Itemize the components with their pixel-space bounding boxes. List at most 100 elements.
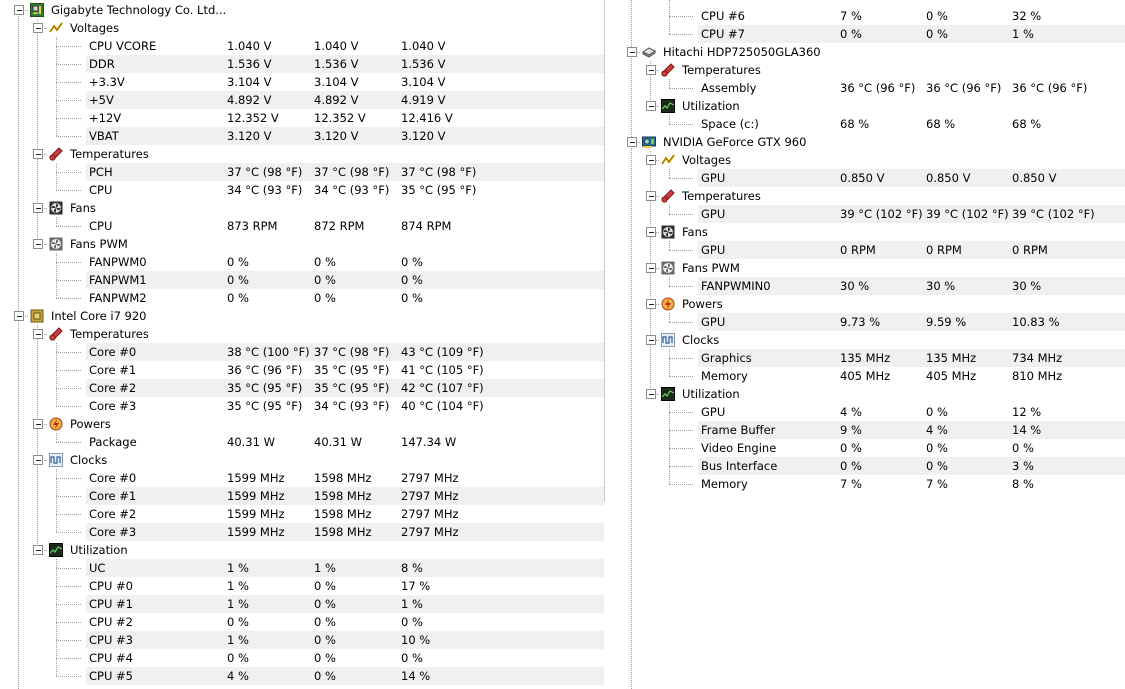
sensor-row[interactable]: Core #3 35 °C (95 °F) 34 °C (93 °F) 40 °… <box>0 397 604 415</box>
sensor-group-row[interactable]: Temperatures <box>0 145 604 163</box>
sensor-row[interactable]: Core #2 35 °C (95 °F) 35 °C (95 °F) 42 °… <box>0 379 604 397</box>
sensor-row[interactable]: FANPWM1 0 % 0 % 0 % <box>0 271 604 289</box>
sensor-group-row[interactable]: Clocks <box>620 331 1125 349</box>
sensor-row[interactable]: Core #3 1599 MHz 1598 MHz 2797 MHz <box>0 523 604 541</box>
sensor-row[interactable]: CPU #2 0 % 0 % 0 % <box>0 613 604 631</box>
device-row[interactable]: Gigabyte Technology Co. Ltd... <box>0 1 604 19</box>
sensor-group-row[interactable]: Fans <box>620 223 1125 241</box>
sensor-row[interactable]: +12V 12.352 V 12.352 V 12.416 V <box>0 109 604 127</box>
collapse-toggle[interactable] <box>646 389 656 399</box>
sensor-min: 35 °C (95 °F) <box>314 363 390 377</box>
sensor-row[interactable]: GPU 9.73 % 9.59 % 10.83 % <box>620 313 1125 331</box>
device-row[interactable]: Intel Core i7 920 <box>0 307 604 325</box>
collapse-toggle[interactable] <box>33 203 43 213</box>
collapse-toggle[interactable] <box>33 455 43 465</box>
sensor-group-row[interactable]: Temperatures <box>0 325 604 343</box>
sensor-row[interactable]: GPU 39 °C (102 °F) 39 °C (102 °F) 39 °C … <box>620 205 1125 223</box>
sensor-row[interactable]: Graphics 135 MHz 135 MHz 734 MHz <box>620 349 1125 367</box>
row-stripe <box>698 313 1125 331</box>
sensor-row[interactable]: Video Engine 0 % 0 % 0 % <box>620 439 1125 457</box>
sensor-row[interactable]: Space (c:) 68 % 68 % 68 % <box>620 115 1125 133</box>
sensor-row[interactable]: Package 40.31 W 40.31 W 147.34 W <box>0 433 604 451</box>
gpu-card-icon <box>642 135 656 149</box>
sensor-row[interactable]: CPU 873 RPM 872 RPM 874 RPM <box>0 217 604 235</box>
sensor-row[interactable]: CPU #7 0 % 0 % 1 % <box>620 25 1125 43</box>
sensor-group-row[interactable]: Utilization <box>620 385 1125 403</box>
tree-connector <box>56 442 81 443</box>
sensor-row[interactable]: Frame Buffer 9 % 4 % 14 % <box>620 421 1125 439</box>
collapse-toggle[interactable] <box>33 239 43 249</box>
collapse-toggle[interactable] <box>33 149 43 159</box>
sensor-row[interactable]: GPU 4 % 0 % 12 % <box>620 403 1125 421</box>
sensor-row[interactable]: FANPWM0 0 % 0 % 0 % <box>0 253 604 271</box>
sensor-row[interactable]: CPU #4 0 % 0 % 0 % <box>0 649 604 667</box>
sensor-row[interactable]: VBAT 3.120 V 3.120 V 3.120 V <box>0 127 604 145</box>
sensor-row[interactable]: CPU #1 1 % 0 % 1 % <box>0 595 604 613</box>
sensor-row[interactable]: UC 1 % 1 % 8 % <box>0 559 604 577</box>
sensor-name: DDR <box>89 57 115 71</box>
sensor-row[interactable]: CPU #5 4 % 0 % 14 % <box>0 667 604 685</box>
sensor-row[interactable]: +3.3V 3.104 V 3.104 V 3.104 V <box>0 73 604 91</box>
sensor-name: Assembly <box>701 81 757 95</box>
collapse-toggle[interactable] <box>33 545 43 555</box>
collapse-toggle[interactable] <box>646 101 656 111</box>
collapse-toggle[interactable] <box>646 155 656 165</box>
collapse-toggle[interactable] <box>646 227 656 237</box>
sensor-group-row[interactable]: Utilization <box>620 97 1125 115</box>
sensor-row[interactable]: Memory 7 % 7 % 8 % <box>620 475 1125 493</box>
collapse-toggle[interactable] <box>14 5 24 15</box>
sensor-row[interactable]: CPU VCORE 1.040 V 1.040 V 1.040 V <box>0 37 604 55</box>
sensor-row[interactable]: GPU 0 RPM 0 RPM 0 RPM <box>620 241 1125 259</box>
sensor-group-row[interactable]: Temperatures <box>620 61 1125 79</box>
collapse-toggle[interactable] <box>33 23 43 33</box>
sensor-row[interactable]: +5V 4.892 V 4.892 V 4.919 V <box>0 91 604 109</box>
sensor-row[interactable]: PCH 37 °C (98 °F) 37 °C (98 °F) 37 °C (9… <box>0 163 604 181</box>
sensor-row[interactable]: DDR 1.536 V 1.536 V 1.536 V <box>0 55 604 73</box>
sensor-row[interactable]: Assembly 36 °C (96 °F) 36 °C (96 °F) 36 … <box>620 79 1125 97</box>
sensor-group-row[interactable]: Temperatures <box>620 187 1125 205</box>
sensor-group-row[interactable]: Fans <box>0 199 604 217</box>
sensor-row[interactable]: CPU 34 °C (93 °F) 34 °C (93 °F) 35 °C (9… <box>0 181 604 199</box>
collapse-toggle[interactable] <box>33 329 43 339</box>
sensor-row[interactable]: Core #0 1599 MHz 1598 MHz 2797 MHz <box>0 469 604 487</box>
sensor-min: 30 % <box>926 279 956 293</box>
sensor-row[interactable]: Core #0 38 °C (100 °F) 37 °C (98 °F) 43 … <box>0 343 604 361</box>
collapse-toggle[interactable] <box>646 191 656 201</box>
collapse-toggle[interactable] <box>646 65 656 75</box>
sensor-group-row[interactable]: Powers <box>0 415 604 433</box>
sensor-name: Memory <box>701 477 748 491</box>
sensor-group-label: Temperatures <box>70 327 149 341</box>
collapse-toggle[interactable] <box>646 335 656 345</box>
sensor-name: +12V <box>89 111 122 125</box>
sensor-group-row[interactable]: Utilization <box>0 541 604 559</box>
sensor-row[interactable]: Memory 405 MHz 405 MHz 810 MHz <box>620 367 1125 385</box>
sensor-group-row[interactable]: Voltages <box>620 151 1125 169</box>
collapse-toggle[interactable] <box>627 47 637 57</box>
sensor-row[interactable]: Core #2 1599 MHz 1598 MHz 2797 MHz <box>0 505 604 523</box>
sensor-row[interactable]: CPU #0 1 % 0 % 17 % <box>0 577 604 595</box>
sensor-row[interactable]: Core #1 1599 MHz 1598 MHz 2797 MHz <box>0 487 604 505</box>
collapse-toggle[interactable] <box>627 137 637 147</box>
sensor-row[interactable]: FANPWM2 0 % 0 % 0 % <box>0 289 604 307</box>
sensor-row[interactable]: CPU #6 7 % 0 % 32 % <box>620 7 1125 25</box>
sensor-group-row[interactable]: Fans PWM <box>0 235 604 253</box>
sensor-group-row[interactable]: Fans PWM <box>620 259 1125 277</box>
device-row[interactable]: NVIDIA GeForce GTX 960 <box>620 133 1125 151</box>
sensor-row[interactable]: Bus Interface 0 % 0 % 3 % <box>620 457 1125 475</box>
sensor-min: 40.31 W <box>314 435 362 449</box>
device-row[interactable]: Hitachi HDP725050GLA360 <box>620 43 1125 61</box>
sensor-tree-left: Gigabyte Technology Co. Ltd... Voltages … <box>0 0 604 689</box>
collapse-toggle[interactable] <box>14 311 24 321</box>
sensor-row[interactable]: CPU #3 1 % 0 % 10 % <box>0 631 604 649</box>
sensor-row[interactable]: FANPWMIN0 30 % 30 % 30 % <box>620 277 1125 295</box>
tree-connector <box>56 370 81 371</box>
sensor-group-row[interactable]: Voltages <box>0 19 604 37</box>
sensor-group-row[interactable]: Clocks <box>0 451 604 469</box>
collapse-toggle[interactable] <box>646 263 656 273</box>
collapse-toggle[interactable] <box>33 419 43 429</box>
sensor-group-row[interactable]: Powers <box>620 295 1125 313</box>
sensor-row[interactable]: GPU 0.850 V 0.850 V 0.850 V <box>620 169 1125 187</box>
sensor-row[interactable]: Core #1 36 °C (96 °F) 35 °C (95 °F) 41 °… <box>0 361 604 379</box>
device-label: Gigabyte Technology Co. Ltd... <box>51 3 227 17</box>
collapse-toggle[interactable] <box>646 299 656 309</box>
